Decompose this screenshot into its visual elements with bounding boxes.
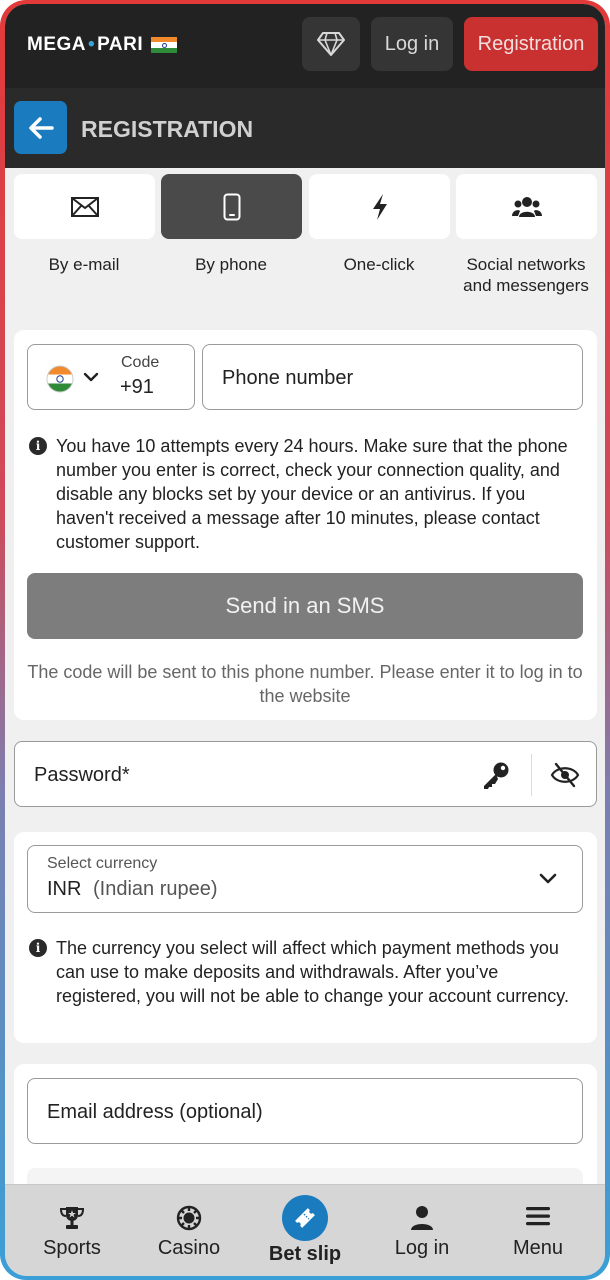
page-title: REGISTRATION [81, 116, 254, 142]
currency-label: Select currency [47, 855, 158, 872]
nav-sports[interactable]: Sports [17, 1185, 127, 1276]
nav-bet-slip[interactable]: Bet slip [250, 1185, 360, 1276]
currency-info: i The currency you select will affect wh… [29, 936, 581, 1008]
phone-info-text: You have 10 attempts every 24 hours. Mak… [56, 436, 568, 552]
currency-info-text: The currency you select will affect whic… [56, 938, 569, 1006]
bottom-navigation: Sports Casino Bet slip Log in Menu [5, 1184, 605, 1276]
tab-label-email: By e-mail [48, 255, 120, 274]
users-icon [511, 196, 542, 217]
info-icon: i [29, 939, 47, 957]
password-placeholder: Password* [34, 764, 130, 786]
app-screen: MEGA • PARI Log in Registration REGISTRA… [5, 4, 605, 1276]
bet-slip-circle [282, 1195, 328, 1241]
diamond-icon [317, 32, 345, 56]
code-label: Code [121, 354, 160, 371]
registration-button[interactable]: Registration [464, 17, 598, 71]
nav-log-in-label: Log in [394, 1237, 450, 1259]
tab-by-email[interactable] [14, 174, 155, 239]
nav-casino-label: Casino [157, 1237, 221, 1259]
eye-slash-icon[interactable] [550, 762, 580, 788]
device-frame: MEGA • PARI Log in Registration REGISTRA… [0, 0, 610, 1280]
chevron-down-icon [539, 873, 557, 884]
phone-number-placeholder: Phone number [222, 367, 354, 389]
tab-label-phone: By phone [195, 255, 267, 274]
page-header: REGISTRATION [5, 88, 605, 168]
info-icon: i [29, 437, 47, 455]
nav-menu[interactable]: Menu [483, 1185, 593, 1276]
country-code-selector[interactable]: Code +91 [27, 344, 195, 410]
nav-casino[interactable]: Casino [134, 1185, 244, 1276]
tab-by-phone[interactable] [161, 174, 302, 239]
currency-name: (Indian rupee) [93, 878, 218, 900]
phone-info: i You have 10 attempts every 24 hours. M… [29, 434, 581, 554]
trophy-icon [59, 1207, 85, 1229]
tab-social-networks[interactable] [456, 174, 597, 239]
nav-menu-label: Menu [512, 1237, 564, 1259]
password-field[interactable]: Password* [14, 741, 597, 807]
send-sms-button[interactable]: Send in an SMS [27, 573, 583, 639]
tab-label-one-click: One-click [343, 255, 415, 274]
login-button[interactable]: Log in [371, 17, 453, 71]
currency-value: INR (Indian rupee) [47, 878, 218, 901]
currency-code: INR [47, 878, 82, 900]
nav-bet-slip-label: Bet slip [268, 1243, 342, 1265]
email-placeholder: Email address (optional) [47, 1101, 263, 1123]
nav-log-in[interactable]: Log in [367, 1185, 477, 1276]
india-flag-icon [151, 37, 178, 53]
tab-label-social: Social networks and messengers [463, 255, 589, 295]
code-value: +91 [120, 376, 154, 398]
logo-separator: • [88, 34, 96, 55]
logo[interactable]: MEGA • PARI [27, 34, 178, 56]
arrow-left-icon [28, 116, 54, 139]
user-icon [411, 1206, 433, 1230]
sms-note: The code will be sent to this phone numb… [27, 662, 583, 706]
tab-one-click[interactable] [309, 174, 450, 239]
back-button[interactable] [14, 101, 67, 154]
email-field[interactable]: Email address (optional) [27, 1078, 583, 1144]
password-divider [531, 754, 532, 796]
envelope-icon [70, 196, 99, 217]
lightning-icon [372, 193, 387, 220]
currency-select[interactable]: Select currency INR (Indian rupee) [27, 845, 583, 913]
logo-text-left: MEGA [27, 34, 86, 55]
casino-chip-icon [176, 1205, 202, 1231]
vip-diamond-button[interactable] [302, 17, 360, 71]
phone-number-field[interactable]: Phone number [202, 344, 583, 410]
ticket-icon [295, 1208, 315, 1228]
smartphone-icon [223, 193, 240, 220]
key-icon[interactable] [481, 760, 511, 790]
menu-icon [526, 1207, 550, 1226]
nav-sports-label: Sports [43, 1237, 101, 1259]
logo-text-right: PARI [97, 34, 144, 55]
chevron-down-icon [83, 372, 99, 382]
india-flag-icon [46, 365, 74, 393]
top-bar: MEGA • PARI Log in Registration [5, 4, 605, 88]
